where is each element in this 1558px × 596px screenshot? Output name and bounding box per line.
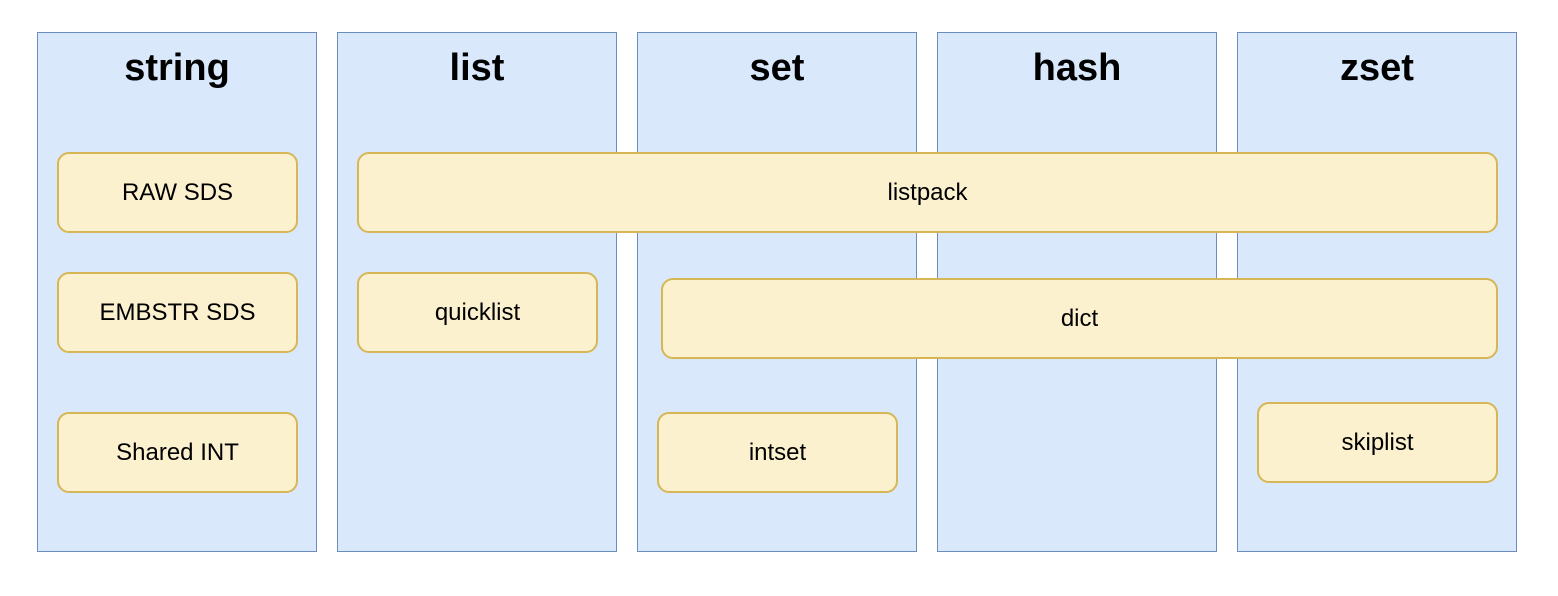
column-title: list (449, 47, 505, 89)
dict-box: dict (661, 278, 1498, 359)
column-title: zset (1340, 47, 1414, 89)
embstr-sds-box: EMBSTR SDS (57, 272, 298, 353)
shared-int-box: Shared INT (57, 412, 298, 493)
column-title: hash (1032, 47, 1122, 89)
listpack-box: listpack (357, 152, 1498, 233)
column-title: set (749, 47, 805, 89)
column-title: string (124, 47, 230, 89)
quicklist-box: quicklist (357, 272, 598, 353)
intset-box: intset (657, 412, 898, 493)
skiplist-box: skiplist (1257, 402, 1498, 483)
raw-sds-box: RAW SDS (57, 152, 298, 233)
